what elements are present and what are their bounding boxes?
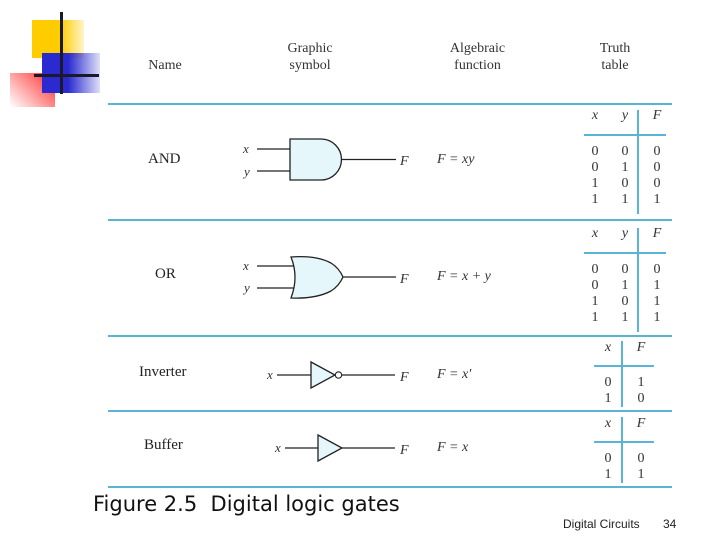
- tt-inv-header-rule: [594, 365, 654, 367]
- footer-title: Digital Circuits: [563, 517, 640, 531]
- tt-cell: 1: [591, 192, 599, 207]
- inverter-input-x-label: x: [266, 367, 273, 382]
- tt-cell: 0: [621, 262, 629, 277]
- figure-caption: Figure 2.5 Digital logic gates: [93, 492, 400, 516]
- tt-cell: 0: [653, 176, 661, 191]
- tt-cell: 0: [653, 262, 661, 277]
- or-input-x-label: x: [242, 258, 249, 273]
- tt-cell: 1: [604, 391, 612, 406]
- tt-cell: 1: [653, 310, 661, 325]
- function-inverter-text: F = x′: [437, 367, 472, 382]
- and-gate-body: [289, 138, 343, 181]
- tt-cell: 0: [604, 375, 612, 390]
- tt-cell: 0: [591, 160, 599, 175]
- tt-cell: 1: [591, 176, 599, 191]
- tt-or-header-rule: [584, 252, 666, 254]
- tt-and-header-f: F: [652, 108, 662, 123]
- tt-cell: 1: [591, 310, 599, 325]
- buffer-input-x-label: x: [274, 440, 281, 455]
- and-input-x-label: x: [242, 141, 249, 156]
- function-or: F = x + y: [437, 269, 491, 285]
- tt-or-header-y: y: [621, 226, 629, 241]
- page-number: 34: [663, 517, 677, 531]
- or-input-y-label: y: [242, 280, 250, 295]
- tt-cell: 1: [621, 192, 629, 207]
- function-or-text: F = x + y: [437, 269, 491, 284]
- tt-cell: 0: [637, 391, 645, 406]
- and-gate-icon: x y F: [242, 138, 409, 181]
- or-gate-icon: x y F: [242, 255, 409, 299]
- inverter-bubble: [334, 371, 343, 379]
- inverter-gate-icon: x F: [266, 360, 409, 390]
- tt-or-header-x: x: [591, 226, 599, 241]
- tt-cell: 0: [621, 176, 629, 191]
- or-output-label: F: [399, 272, 409, 287]
- tt-and-header-y: y: [621, 108, 629, 123]
- tt-inv-header-f: F: [636, 340, 646, 355]
- tt-cell: 0: [621, 294, 629, 309]
- tt-cell: 1: [637, 467, 645, 482]
- function-and: F = xy: [437, 152, 474, 168]
- tt-cell: 1: [621, 278, 629, 293]
- tt-cell: 1: [591, 294, 599, 309]
- tt-cell: 1: [604, 467, 612, 482]
- tt-cell: 0: [591, 278, 599, 293]
- function-and-text: F = xy: [437, 152, 475, 167]
- buffer-gate-icon: x F: [274, 433, 409, 463]
- tt-cell: 1: [653, 192, 661, 207]
- function-buffer-text: F = x: [437, 440, 469, 455]
- tt-or-header-f: F: [652, 226, 662, 241]
- tt-and-header-x: x: [591, 108, 599, 123]
- tt-or-divider: [637, 228, 639, 332]
- tt-cell: 0: [591, 262, 599, 277]
- tt-and-divider: [637, 110, 639, 214]
- and-output-label: F: [399, 154, 409, 169]
- tt-cell: 0: [621, 144, 629, 159]
- and-input-y-label: y: [242, 164, 250, 179]
- tt-cell: 1: [653, 278, 661, 293]
- or-gate-body: [290, 255, 344, 299]
- tt-cell: 0: [653, 160, 661, 175]
- tt-and-header-rule: [584, 134, 666, 136]
- tt-inv-header-x: x: [604, 340, 612, 355]
- tt-cell: 0: [604, 451, 612, 466]
- function-buffer: F = x: [437, 440, 468, 456]
- tt-cell: 1: [621, 160, 629, 175]
- tt-cell: 0: [653, 144, 661, 159]
- inverter-output-label: F: [399, 370, 409, 385]
- tt-cell: 1: [653, 294, 661, 309]
- tt-cell: 0: [637, 451, 645, 466]
- tt-buf-header-f: F: [636, 416, 646, 431]
- tt-buf-header-rule: [594, 441, 654, 443]
- tt-buf-divider: [621, 417, 623, 483]
- inverter-triangle: [310, 360, 337, 390]
- buffer-triangle: [317, 433, 344, 463]
- buffer-output-label: F: [399, 443, 409, 458]
- tt-cell: 0: [591, 144, 599, 159]
- tt-cell: 1: [637, 375, 645, 390]
- function-inverter: F = x′: [437, 367, 471, 383]
- tt-buf-header-x: x: [604, 416, 612, 431]
- tt-inv-divider: [621, 341, 623, 407]
- tt-cell: 1: [621, 310, 629, 325]
